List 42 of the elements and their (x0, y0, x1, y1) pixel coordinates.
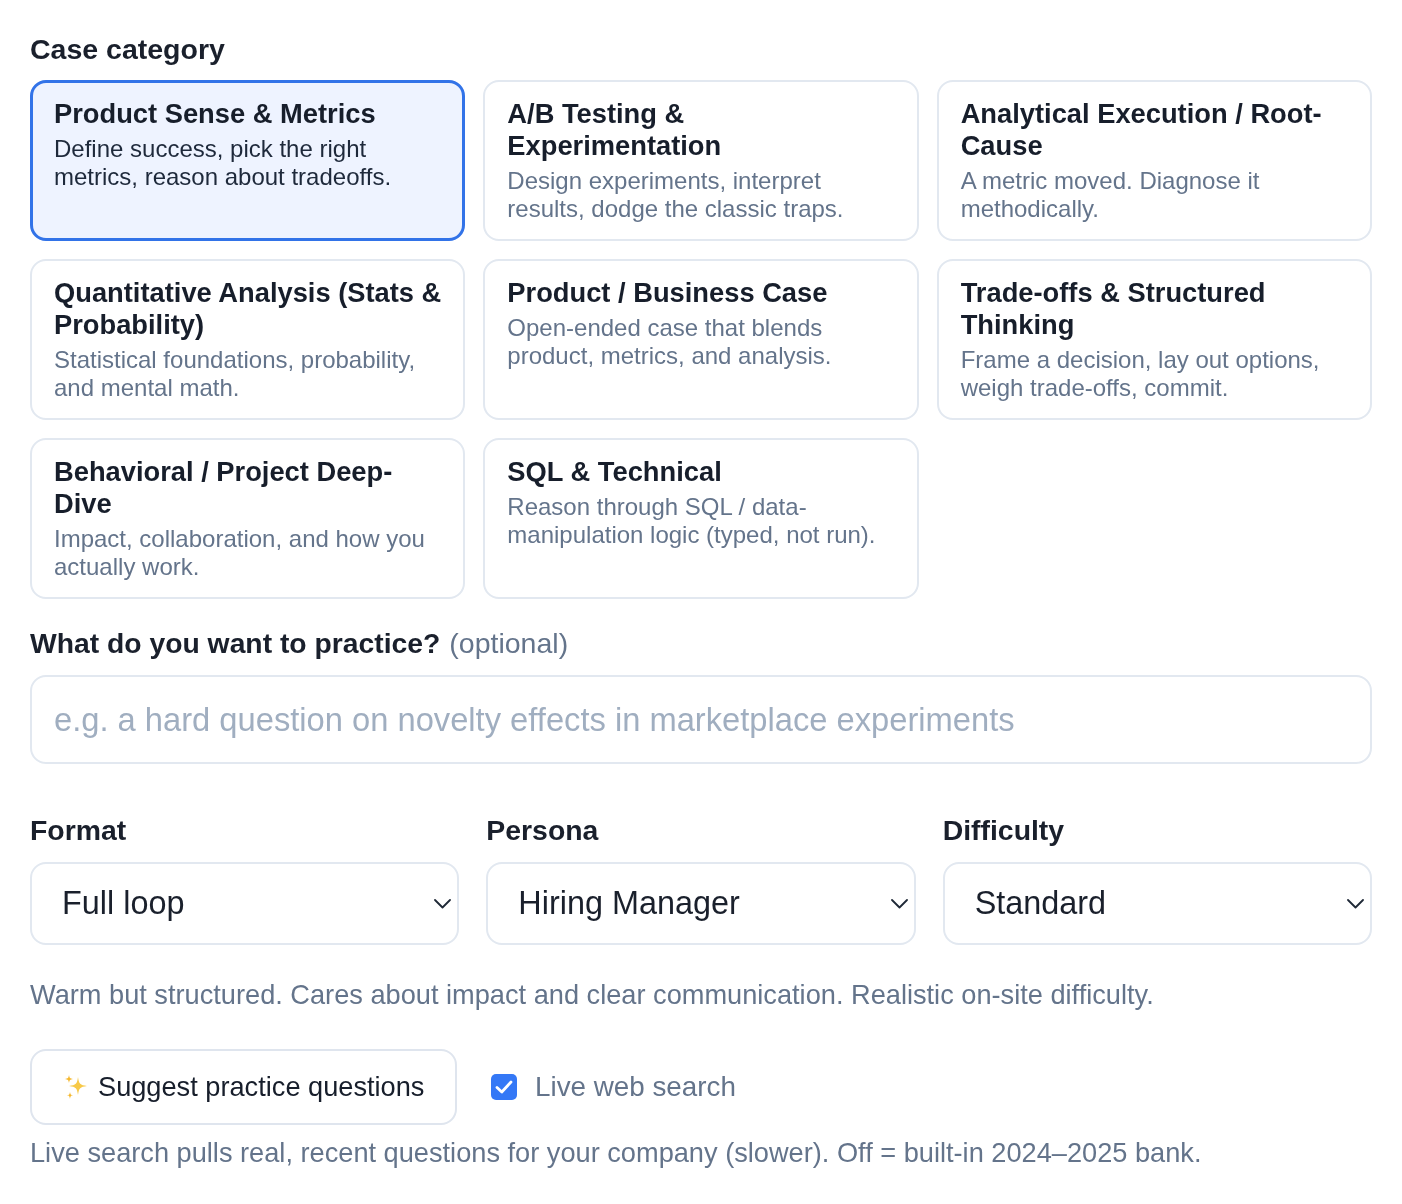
card-title: Trade-offs & Structured Thinking (960, 277, 1267, 341)
card-description: Impact, collaboration, and how you actually work. (54, 525, 426, 581)
card-description: Design experiments, interpret results, dodge the classic traps. (507, 167, 845, 223)
chevron-down-icon (1347, 898, 1364, 909)
card-title: Quantitative Analysis (Stats & Probability) (54, 277, 442, 341)
card-title: Product / Business Case (507, 277, 828, 309)
chevron-down-icon (434, 898, 452, 909)
chevron-down-icon (890, 898, 908, 909)
category-card[interactable]: Product Sense & Metrics Define success, pick the right metrics, reason about tradeoffs. (30, 80, 466, 241)
select-label: Difficulty (942, 815, 1065, 845)
suggest-questions-button[interactable]: Suggest practice questions (30, 1049, 457, 1125)
card-title: Behavioral / Project Deep-Dive (54, 456, 394, 520)
category-card[interactable]: Trade-offs & Structured Thinking Frame a decision, lay out options, weigh trade-offs, commit. (936, 259, 1372, 420)
dropdown-select[interactable]: Full loop (30, 862, 460, 945)
category-card[interactable]: A/B Testing & Experimentation Design experiments, interpret results, dodge the classic traps. (483, 80, 919, 241)
practice-input-field[interactable]: e.g. a hard question on novelty effects in marketplace experiments (30, 675, 1372, 764)
optional-hint: (optional) (449, 628, 569, 658)
card-description: A metric moved. Diagnose it methodically. (960, 167, 1261, 223)
card-description: Open-ended case that blends product, metrics, and analysis. (507, 314, 833, 370)
category-card[interactable]: SQL & Technical Reason through SQL / data-manipulation logic (typed, not run). (483, 438, 919, 599)
card-description: Statistical foundations, probability, and mental math. (54, 346, 417, 402)
card-title: A/B Testing & Experimentation (507, 98, 723, 162)
category-card[interactable]: Quantitative Analysis (Stats & Probability) Statistical foundations, probability, and mental math. (30, 259, 466, 420)
card-title: Product Sense & Metrics (54, 98, 376, 130)
category-card[interactable]: Product / Business Case Open-ended case that blends product, metrics, and analysis. (483, 259, 919, 420)
card-title: Analytical Execution / Root-Cause (960, 98, 1323, 162)
category-card[interactable]: Analytical Execution / Root-Cause A metric moved. Diagnose it methodically. (936, 80, 1372, 241)
section-heading: Case category (30, 34, 225, 64)
persona-description: Warm but structured. Cares about impact and clear communication. Realistic on-site difficulty. (30, 980, 1154, 1010)
live-search-label[interactable]: Live web search (535, 1072, 736, 1102)
category-card[interactable]: Behavioral / Project Deep-Dive Impact, collaboration, and how you actually work. (30, 438, 466, 599)
card-title: SQL & Technical (507, 456, 722, 488)
live-search-footnote: Live search pulls real, recent questions for your company (slower). Off = built-in 2024–2025 bank. (30, 1138, 1202, 1168)
select-label: Format (30, 815, 127, 845)
card-description: Frame a decision, lay out options, weigh trade-offs, commit. (960, 346, 1321, 402)
dropdown-select[interactable]: Hiring Manager (486, 862, 916, 945)
field-label: What do you want to practice? (30, 628, 441, 658)
live-search-checkbox[interactable] (491, 1074, 517, 1100)
card-description: Define success, pick the right metrics, reason about tradeoffs. (54, 135, 393, 191)
select-label: Persona (486, 815, 599, 845)
card-description: Reason through SQL / data-manipulation logic (typed, not run). (507, 493, 877, 549)
dropdown-select[interactable]: Standard (942, 862, 1372, 945)
